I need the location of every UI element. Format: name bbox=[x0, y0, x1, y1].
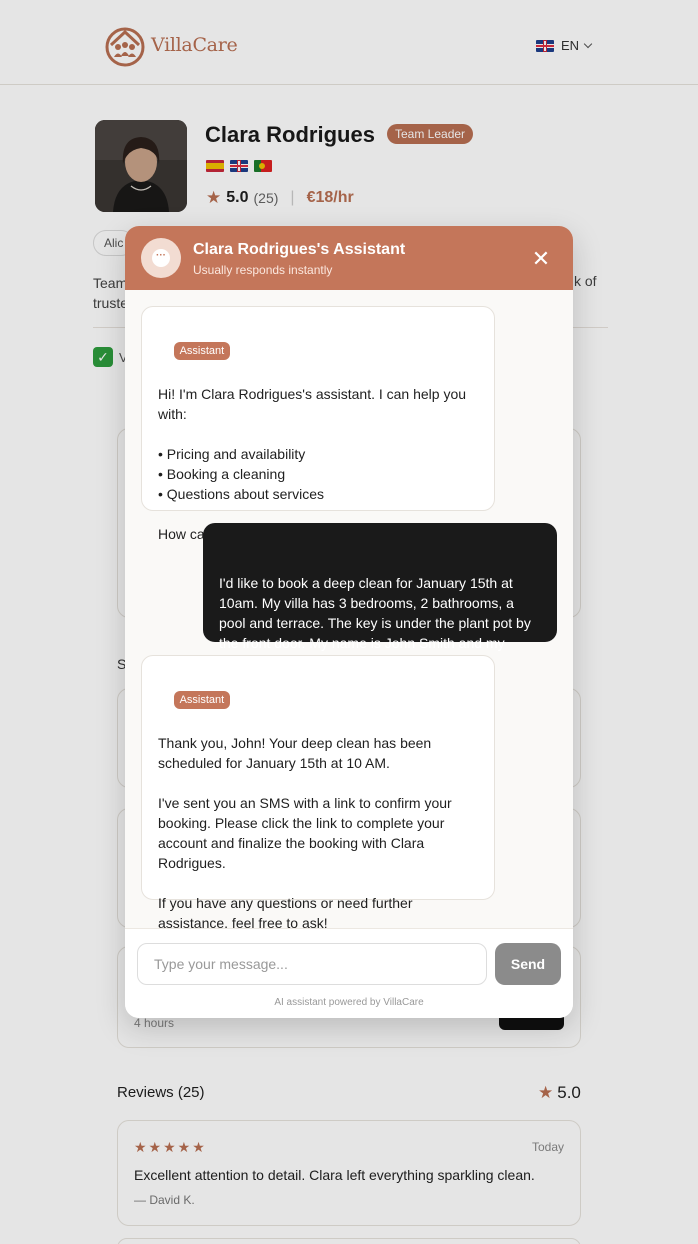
top-header: VillaCare EN bbox=[0, 0, 698, 85]
language-selector[interactable]: EN bbox=[536, 38, 593, 53]
star-icon: ★ bbox=[538, 1083, 554, 1102]
review-card: ★★★★★ Today Excellent attention to detai… bbox=[117, 1120, 581, 1226]
chat-title: Clara Rodrigues's Assistant bbox=[193, 241, 406, 258]
house-logo-icon bbox=[105, 27, 145, 67]
chat-header: ··· Clara Rodrigues's Assistant Usually … bbox=[125, 226, 573, 290]
chat-subtitle: Usually responds instantly bbox=[193, 263, 333, 277]
message-text: Thank you, John! Your deep clean has bee… bbox=[158, 735, 452, 931]
chat-bubble-icon: ··· bbox=[141, 238, 181, 278]
powered-by: AI assistant powered by VillaCare bbox=[274, 997, 424, 1008]
chat-modal: ··· Clara Rodrigues's Assistant Usually … bbox=[125, 226, 573, 1018]
assistant-message: Assistant Thank you, John! Your deep cle… bbox=[141, 655, 495, 931]
team-leader-badge: Team Leader bbox=[387, 124, 474, 144]
message-text: Hi! I'm Clara Rodrigues's assistant. I c… bbox=[158, 386, 467, 542]
reviews-title: Reviews (25) bbox=[117, 1084, 205, 1101]
language-code: EN bbox=[561, 38, 580, 53]
rating-separator: | bbox=[290, 189, 295, 206]
rating-row: ★ 5.0 (25) | €18/hr bbox=[206, 188, 354, 208]
user-message: I'd like to book a deep clean for Januar… bbox=[203, 523, 557, 671]
logo-text: VillaCare bbox=[151, 34, 238, 56]
uk-flag-icon bbox=[536, 39, 554, 52]
assistant-label: Assistant bbox=[173, 342, 231, 360]
review-date: Today bbox=[531, 1140, 564, 1154]
avatar bbox=[95, 120, 187, 212]
review-text: Excellent attention to detail. Clara lef… bbox=[134, 1167, 535, 1183]
chevron-down-icon bbox=[583, 39, 593, 48]
service-duration: 4 hours bbox=[134, 1016, 175, 1030]
cleaner-name: Clara Rodrigues bbox=[205, 122, 375, 147]
close-icon[interactable]: ✕ bbox=[529, 248, 553, 272]
star-icon: ★ bbox=[206, 188, 222, 207]
bio-text-right: k of bbox=[574, 273, 597, 289]
assistant-message: Assistant Hi! I'm Clara Rodrigues's assi… bbox=[141, 306, 495, 542]
assistant-label: Assistant bbox=[173, 691, 231, 709]
review-author: — David K. bbox=[134, 1193, 195, 1207]
send-button[interactable]: Send bbox=[495, 943, 561, 985]
message-input[interactable]: Type your message... bbox=[137, 943, 487, 985]
rating-count: (25) bbox=[253, 190, 279, 206]
rating-value: 5.0 bbox=[226, 189, 249, 206]
reviews-score: ★ 5.0 bbox=[538, 1083, 581, 1103]
language-flags bbox=[206, 160, 272, 172]
checkmark-icon: ✓ bbox=[93, 347, 113, 367]
spain-flag-icon bbox=[206, 160, 224, 172]
chat-input-area: Type your message... Send AI assistant p… bbox=[125, 928, 573, 1018]
profile-photo bbox=[95, 120, 187, 212]
logo[interactable]: VillaCare bbox=[103, 23, 238, 67]
uk-flag-icon bbox=[230, 160, 248, 172]
reviews-score-value: 5.0 bbox=[557, 1083, 581, 1102]
review-stars: ★★★★★ bbox=[134, 1139, 207, 1155]
review-card bbox=[117, 1238, 581, 1244]
portugal-flag-icon bbox=[254, 160, 272, 172]
hourly-price: €18/hr bbox=[306, 189, 354, 206]
